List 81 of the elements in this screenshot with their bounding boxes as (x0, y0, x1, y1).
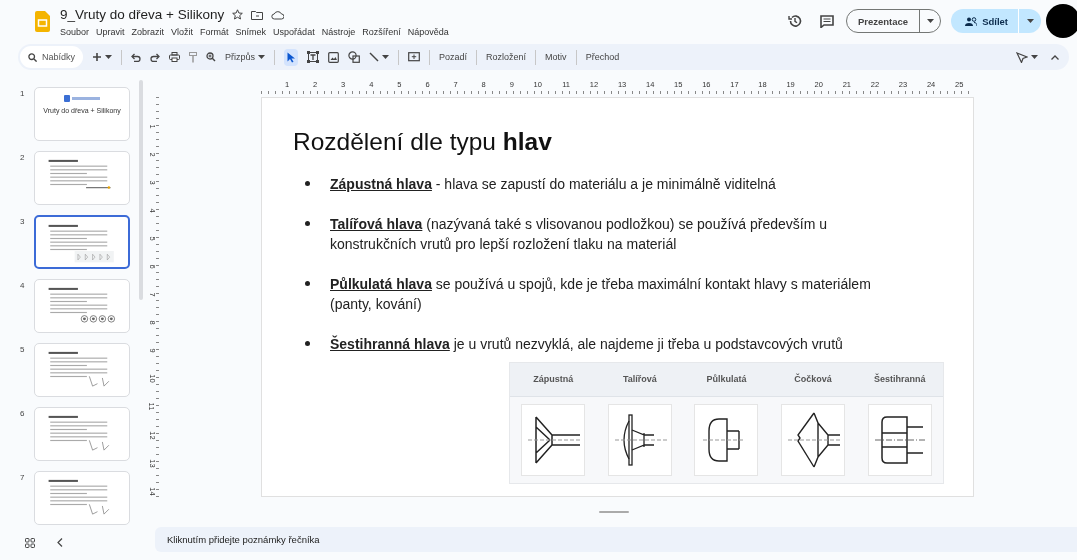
menu-item[interactable]: Snímek (235, 26, 267, 37)
zoom-icon[interactable] (206, 52, 217, 62)
plus-icon[interactable] (92, 52, 103, 62)
history-icon[interactable] (787, 14, 802, 28)
search-menus-field[interactable]: Nabídky (20, 46, 84, 68)
share-button[interactable]: Sdílet (951, 9, 1018, 33)
table-header: Půlkulatá (705, 373, 748, 386)
bullet-text: Zápustná hlava - hlava se zapustí do materiálu a je minimálně viditelná (330, 174, 908, 194)
screw-head-drawing (521, 404, 586, 476)
star-icon[interactable] (232, 9, 244, 20)
menu-item[interactable]: Formát (200, 26, 229, 37)
print-icon[interactable] (169, 52, 181, 62)
toolbar-button[interactable]: Motiv (545, 52, 567, 62)
logo-icon (64, 94, 100, 103)
slide-number: 5 (20, 345, 26, 354)
slide-thumbnail[interactable] (34, 215, 130, 269)
bullet-text: Půlkulatá hlava se používá u spojů, kde je třeba maximální kontakt hlavy s materiálem (panty, kování) (330, 274, 908, 314)
slide-number: 1 (20, 89, 26, 98)
bullet-icon (305, 341, 310, 346)
bullet-icon (305, 221, 310, 226)
speaker-notes-field[interactable]: Kliknutím přidejte poznámky řečníka (155, 527, 1077, 552)
caret-icon[interactable] (105, 55, 113, 59)
toolbar-button[interactable]: Rozložení (486, 52, 527, 62)
image-icon[interactable] (328, 51, 340, 63)
bullet-text: Talířová hlava (nazývaná také s vlisovanou podložkou) se používá především u konstrukčních vrutů pro lepší rozložení tlaku na materiál (330, 214, 908, 254)
search-icon (28, 52, 37, 62)
caret-icon[interactable] (1026, 19, 1034, 23)
menu-item[interactable]: Vložit (171, 26, 194, 37)
toolbar-button[interactable]: Pozadí (439, 52, 468, 62)
grid-view-icon[interactable] (25, 537, 35, 548)
caret-icon[interactable] (926, 19, 934, 23)
bullet-text: Šestihranná hlava je u vrutů nezvyklá, ale najdeme ji třeba u podstavcových vrutů (330, 334, 908, 354)
table-header: Šestihranná (872, 372, 927, 386)
zoom-dropdown[interactable]: Přizpůs (225, 52, 256, 62)
notes-resize-handle[interactable] (599, 511, 629, 513)
menu-item[interactable]: Nástroje (321, 26, 356, 37)
redo-icon[interactable] (150, 52, 161, 62)
slide-number: 4 (20, 281, 26, 290)
screw-head-drawing (867, 404, 932, 476)
menu-item[interactable]: Rozšíření (362, 26, 401, 37)
menu-item[interactable]: Uspořádat (273, 26, 315, 37)
share-button-group[interactable]: Sdílet (951, 9, 1041, 33)
slide-number: 3 (20, 217, 26, 226)
screw-head-drawing (694, 404, 759, 476)
new-comment-icon[interactable] (408, 51, 421, 63)
menu-item[interactable]: Zobrazit (131, 26, 165, 37)
slide-number: 7 (20, 473, 26, 482)
document-title[interactable]: 9_Vruty do dřeva + Silikony (60, 7, 225, 22)
folder-icon[interactable] (251, 9, 264, 20)
comment-icon[interactable] (819, 14, 834, 28)
people-icon (965, 16, 978, 26)
bullet-icon (305, 281, 310, 286)
chevron-left-icon[interactable] (57, 538, 63, 547)
toolbar-button[interactable]: Přechod (585, 52, 620, 62)
menu-item[interactable]: Upravit (96, 26, 125, 37)
cursor-icon (287, 51, 296, 63)
menu-item[interactable]: Nápověda (407, 26, 449, 37)
screw-head-drawing (607, 404, 672, 476)
text-box-icon[interactable] (307, 51, 320, 63)
caret-icon[interactable] (1031, 55, 1038, 59)
cloud-icon[interactable] (271, 9, 285, 20)
shapes-icon[interactable] (348, 51, 361, 63)
screw-head-drawing (781, 404, 846, 476)
table-header: Čočková (793, 372, 833, 386)
slide-number: 6 (20, 409, 26, 418)
pen-icon[interactable] (1016, 51, 1028, 63)
table-header: Talířová (621, 373, 658, 386)
caret-icon[interactable] (382, 55, 390, 59)
present-button[interactable]: Prezentace (846, 10, 920, 32)
slide-number: 2 (20, 153, 26, 162)
slide-title: Rozdělení dle typu hlav (293, 128, 553, 156)
search-menus-label: Nabídky (42, 52, 76, 62)
account-avatar[interactable] (1046, 4, 1077, 38)
select-tool-button[interactable] (284, 48, 299, 66)
table-header: Zápustná (532, 373, 575, 386)
collapse-icon[interactable] (1051, 54, 1059, 60)
bullet-icon (305, 181, 310, 186)
undo-icon[interactable] (131, 52, 142, 62)
menu-item[interactable]: Soubor (60, 26, 90, 37)
caret-icon[interactable] (258, 55, 266, 59)
line-icon[interactable] (369, 52, 380, 62)
